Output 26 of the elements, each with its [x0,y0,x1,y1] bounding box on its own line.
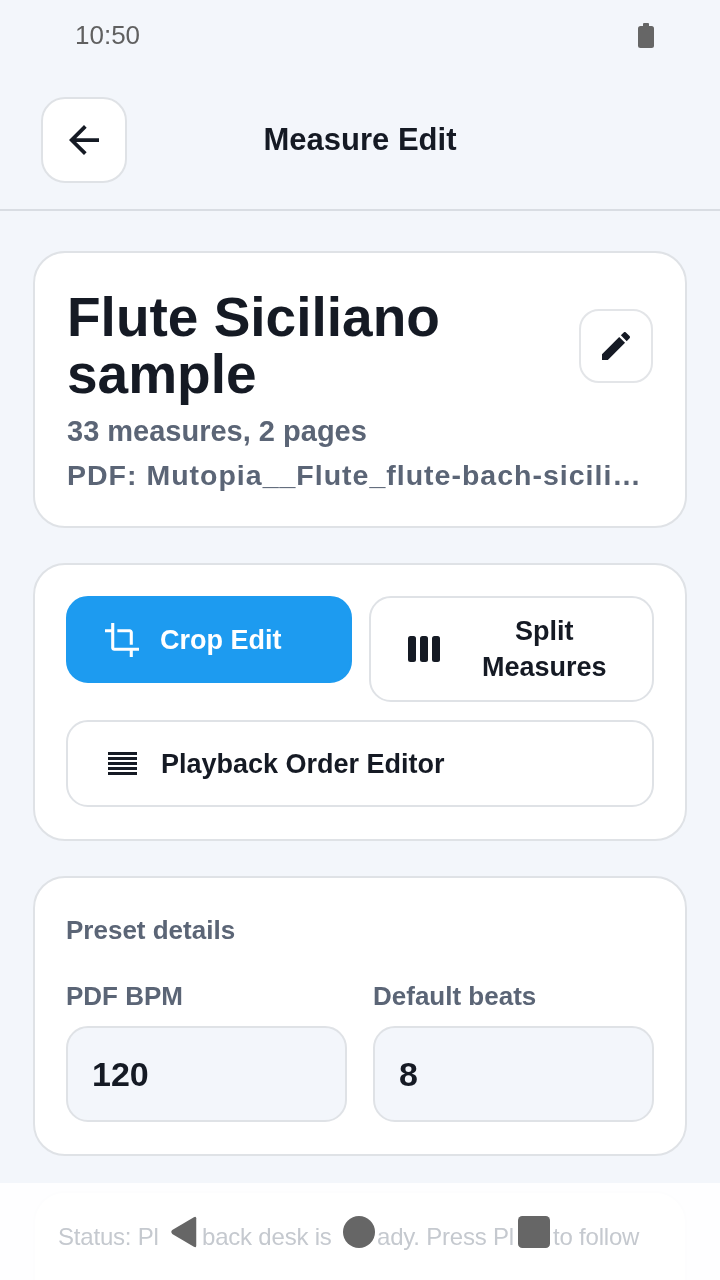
status-text: to follow [553,1222,640,1252]
screen-title: Measure Edit [262,122,458,158]
square-icon[interactable] [518,1215,550,1248]
score-title: Flute Siciliano sample [67,289,441,403]
lines-icon [108,752,137,775]
score-summary: 33 measures, 2 pages [67,414,368,449]
home-icon[interactable] [343,1215,375,1248]
section-heading: Preset details [66,914,237,947]
status-text: ady. Press Pl [377,1222,514,1252]
action-button[interactable]: Playback Order Editor [66,720,654,807]
status-text: back desk is [202,1222,332,1252]
back-button[interactable] [41,97,127,183]
status-text: Status: Pl [58,1222,159,1252]
number-field[interactable]: 8 [373,1026,654,1122]
field-label: Default beats [373,980,538,1013]
crop-icon [105,622,139,657]
battery-icon [638,22,654,48]
clock-time: 10:50 [75,19,141,51]
field-label: PDF BPM [66,980,184,1013]
pdf-filename: PDF: Mutopia__Flute_flute-bach-sicili… [67,458,642,492]
number-field[interactable]: 120 [66,1026,347,1122]
edit-button[interactable] [579,309,653,383]
action-button[interactable]: Split Measures [368,596,654,702]
pencil-icon [602,332,630,360]
back-arrow-icon [69,125,99,155]
columns-icon [407,636,440,662]
